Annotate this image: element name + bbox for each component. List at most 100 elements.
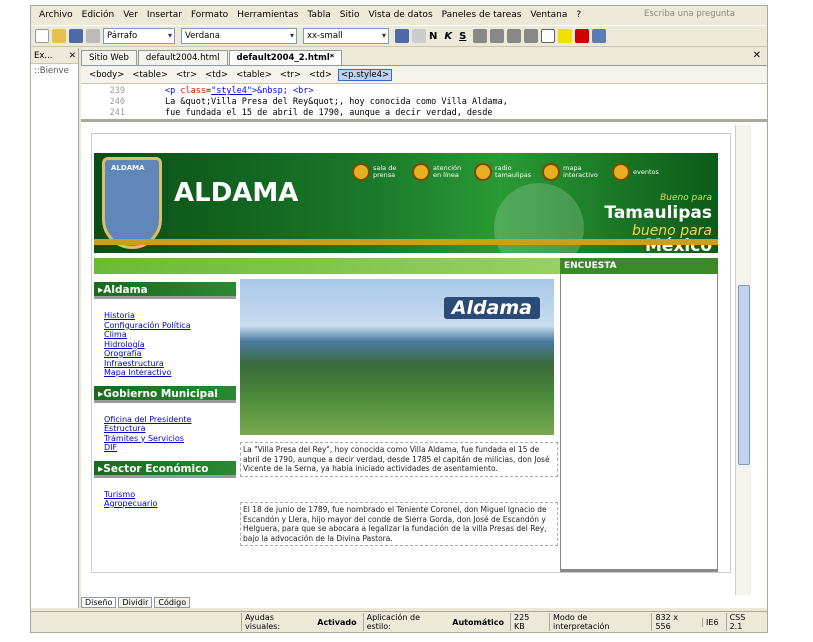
ask-question-box[interactable]: Escriba una pregunta [644, 9, 735, 19]
menu-item[interactable]: Insertar [147, 10, 182, 20]
tag-selector-item[interactable]: <p.style4> [337, 68, 393, 81]
nav-link[interactable]: Infraestructura [104, 359, 236, 369]
vertical-scrollbar[interactable] [735, 125, 751, 595]
history-paragraph-1[interactable]: La "Villa Presa del Rey", hoy conocida c… [240, 442, 558, 477]
tag-selector-item[interactable]: <table> [130, 70, 170, 80]
tag-selector-item[interactable]: <td> [307, 70, 334, 80]
line-number: 241 [109, 108, 125, 118]
menu-item[interactable]: Ver [123, 10, 138, 20]
nav-link[interactable]: Orografía [104, 349, 236, 359]
font-select[interactable]: Verdana [181, 28, 297, 44]
nav-link[interactable]: Agropecuario [104, 499, 236, 509]
menu-item[interactable]: Tabla [308, 10, 331, 20]
underline-button[interactable]: S [459, 31, 466, 42]
side-navigation: ▸Aldama Historia Configuración Política Cli… [94, 274, 236, 574]
nav-link[interactable]: Mapa Interactivo [104, 368, 236, 378]
menu-item[interactable]: Vista de datos [369, 10, 433, 20]
section-header: ▸Gobierno Municipal [94, 385, 236, 403]
status-style-value[interactable]: Automático [452, 618, 504, 627]
menu-radio[interactable]: radio tamaulipas [474, 163, 531, 181]
view-tab-code[interactable]: Código [154, 596, 191, 608]
redo-icon[interactable] [412, 29, 426, 43]
menu-item[interactable]: Archivo [39, 10, 73, 20]
tag-selector-item[interactable]: <body> [87, 70, 126, 80]
quick-tag-selector: <body> <table> <tr> <td> <table> <tr> <td> <p.s… [81, 66, 767, 84]
nav-link[interactable]: Trámites y Servicios [104, 434, 236, 444]
pane-header: Ex... ✕ [31, 48, 78, 64]
font-size-select[interactable]: xx-small [303, 28, 389, 44]
status-visual-aids-label[interactable]: Ayudas visuales: [241, 613, 313, 631]
design-view[interactable]: ALDAMA ALDAMA sala de prensa atención en… [81, 125, 751, 595]
status-visual-aids-value[interactable]: Activado [317, 618, 356, 627]
tag-selector-item[interactable]: <tr> [278, 70, 303, 80]
menu-item[interactable]: ? [576, 10, 581, 20]
menu-atencion[interactable]: atención en línea [412, 163, 469, 181]
menu-item[interactable]: Herramientas [237, 10, 298, 20]
code-line: 239 <p class="style4">&nbsp; <br> [81, 86, 751, 97]
highlight-icon[interactable] [558, 29, 573, 43]
history-paragraph-2[interactable]: El 18 de junio de 1789, fue nombrado el … [240, 502, 558, 546]
formatting-toolbar: Párrafo Verdana xx-small N K S [31, 25, 767, 47]
photo-title: Aldama [443, 297, 540, 319]
font-color-icon[interactable] [575, 29, 590, 43]
menu-item[interactable]: Ventana [530, 10, 567, 20]
nav-link[interactable]: DIF [104, 443, 236, 453]
application-window: Archivo Edición Ver Insertar Formato Herramie… [30, 5, 768, 633]
status-browser[interactable]: IE6 [702, 617, 722, 627]
close-icon[interactable]: ✕ [69, 51, 76, 61]
align-center-icon[interactable] [490, 29, 505, 43]
code-view[interactable]: 239 <p class="style4">&nbsp; <br> 240 La &… [81, 84, 767, 122]
bold-button[interactable]: N [429, 31, 437, 42]
layer-icon[interactable] [592, 29, 607, 43]
tag-selector-item[interactable]: <table> [234, 70, 274, 80]
line-number: 239 [109, 86, 125, 96]
tab-default2004-2[interactable]: default2004_2.html* [228, 50, 343, 65]
save-icon[interactable] [69, 29, 83, 43]
pane-item[interactable]: :: Bienve [31, 64, 78, 78]
nav-link[interactable]: Hidrología [104, 340, 236, 350]
section-links: Historia Configuración Política Clima Hidro… [94, 311, 236, 378]
align-left-icon[interactable] [473, 29, 488, 43]
tag-selector-item[interactable]: <tr> [174, 70, 199, 80]
scroll-thumb[interactable] [738, 285, 750, 465]
menu-item[interactable]: Formato [191, 10, 228, 20]
nav-link[interactable]: Estructura [104, 424, 236, 434]
italic-button[interactable]: K [444, 31, 452, 42]
nav-link[interactable]: Clima [104, 330, 236, 340]
menu-item[interactable]: Paneles de tareas [442, 10, 522, 20]
aldama-photo: Aldama [240, 279, 554, 435]
status-page-size[interactable]: 832 x 556 [651, 613, 698, 631]
menu-sala-prensa[interactable]: sala de prensa [352, 163, 409, 181]
open-folder-icon[interactable] [52, 29, 66, 43]
menu-mapa[interactable]: mapa interactivo [542, 163, 599, 181]
close-document-icon[interactable]: ✕ [753, 50, 761, 61]
section-header: ▸Aldama [94, 282, 236, 299]
line-number: 240 [109, 97, 125, 107]
justify-icon[interactable] [524, 29, 539, 43]
status-css-version[interactable]: CSS 2.1 [725, 613, 763, 631]
status-style-label[interactable]: Aplicación de estilo: [362, 613, 449, 631]
preview-icon[interactable] [86, 29, 100, 43]
undo-icon[interactable] [395, 29, 409, 43]
section-header: ▸Sector Económico [94, 460, 236, 478]
new-page-icon[interactable] [35, 29, 49, 43]
nav-link[interactable]: Turismo [104, 490, 236, 500]
nav-link[interactable]: Oficina del Presidente [104, 415, 236, 425]
nav-link[interactable]: Configuración Política [104, 321, 236, 331]
style-select[interactable]: Párrafo [103, 28, 175, 44]
borders-icon[interactable] [541, 29, 556, 43]
menu-eventos[interactable]: eventos [612, 163, 669, 181]
radio-icon [474, 163, 492, 181]
menu-item[interactable]: Sitio [340, 10, 360, 20]
menu-item[interactable]: Edición [82, 10, 115, 20]
nav-link[interactable]: Historia [104, 311, 236, 321]
tag-selector-item[interactable]: <td> [203, 70, 230, 80]
view-tab-design[interactable]: Diseño [81, 596, 117, 608]
align-right-icon[interactable] [507, 29, 522, 43]
status-render-mode[interactable]: Modo de interpretación [549, 613, 647, 631]
view-tab-split[interactable]: Dividir [118, 596, 153, 608]
banner-stripe [94, 239, 718, 245]
tab-default2004[interactable]: default2004.html [137, 50, 228, 65]
right-column [560, 274, 718, 572]
tab-sitio-web[interactable]: Sitio Web [81, 50, 137, 65]
